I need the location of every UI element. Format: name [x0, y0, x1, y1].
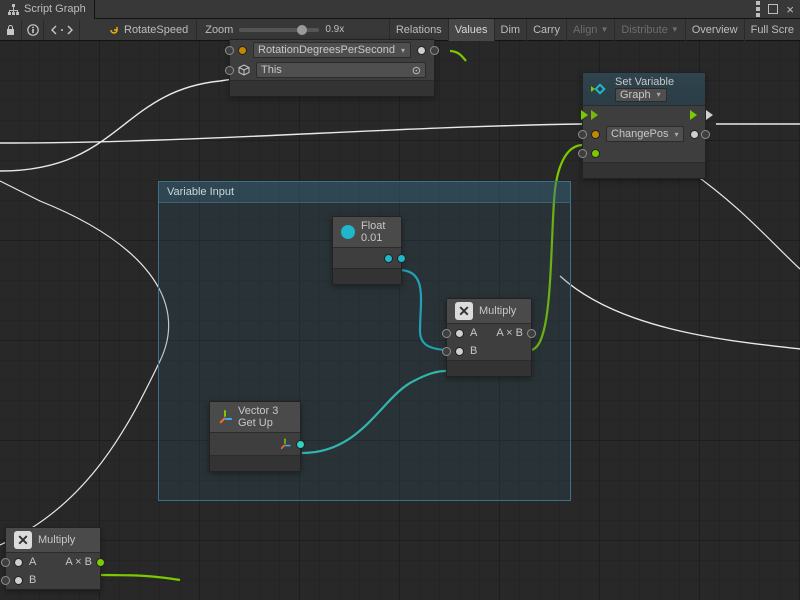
axis-mini-icon	[279, 438, 290, 449]
dot-green	[591, 149, 600, 158]
flow-out[interactable]	[706, 110, 713, 120]
node-top-fields[interactable]: RotationDegreesPerSecond▾ This⊙	[229, 39, 435, 97]
maximize-icon[interactable]	[768, 4, 778, 14]
variable-selector[interactable]: RotateSpeed	[100, 20, 197, 40]
toolbar: RotateSpeed Zoom 0.9x Relations Values D…	[0, 19, 800, 41]
menu-dim[interactable]: Dim	[494, 19, 527, 41]
multiply-icon: ✕	[455, 302, 473, 320]
menu-distribute[interactable]: Distribute▼	[614, 19, 684, 41]
expand-button[interactable]	[44, 20, 80, 40]
graph-tree-icon	[8, 4, 19, 15]
lock-button[interactable]	[0, 20, 22, 40]
label-out: A × B	[65, 556, 92, 568]
node-title: Set Variable	[615, 76, 674, 88]
multiply-icon: ✕	[14, 531, 32, 549]
info-icon	[27, 24, 39, 36]
menu-fullscreen[interactable]: Full Scre	[744, 19, 800, 41]
port-name-out[interactable]	[701, 130, 710, 139]
dot-orange	[591, 130, 600, 139]
node-set-variable[interactable]: Set Variable Graph▾ ChangePos▾	[582, 72, 706, 179]
close-icon[interactable]: ×	[784, 3, 796, 16]
window-controls: ×	[752, 0, 800, 19]
zoom-control: Zoom 0.9x	[197, 24, 352, 36]
node-vector3-getup[interactable]: Vector 3 Get Up	[209, 401, 301, 472]
info-button[interactable]	[22, 20, 44, 40]
float-type-icon	[341, 225, 355, 239]
variable-dropdown[interactable]: ChangePos▾	[606, 126, 684, 142]
expand-icon	[51, 24, 73, 36]
dot	[14, 558, 23, 567]
menu-relations[interactable]: Relations	[389, 19, 448, 41]
port-b-in[interactable]	[442, 347, 451, 356]
dot	[455, 347, 464, 356]
tab-label: Script Graph	[24, 3, 86, 15]
group-title: Variable Input	[167, 186, 234, 198]
dot	[455, 329, 464, 338]
scope-dropdown[interactable]: Graph▾	[615, 88, 667, 102]
port-out[interactable]	[96, 558, 105, 567]
label-a: A	[29, 556, 36, 568]
variable-name: RotateSpeed	[124, 24, 188, 36]
zoom-slider[interactable]	[239, 28, 319, 32]
rotate-var-icon	[108, 24, 120, 36]
dot	[14, 576, 23, 585]
float-value: 0.01	[361, 232, 385, 244]
toolbar-menu: Relations Values Dim Carry Align▼ Distri…	[389, 19, 800, 41]
port-out[interactable]	[527, 329, 536, 338]
port-right-dot[interactable]	[417, 46, 426, 55]
port-value-in[interactable]	[578, 149, 587, 158]
port-dot	[238, 46, 247, 55]
port-out[interactable]	[397, 254, 406, 263]
flow-in-vis	[591, 110, 598, 120]
flow-out-vis	[690, 110, 697, 120]
title-bar: Script Graph ×	[0, 0, 800, 19]
set-variable-icon	[591, 82, 609, 96]
lock-icon	[5, 24, 16, 36]
zoom-label: Zoom	[205, 24, 233, 36]
node-multiply-2[interactable]: ✕ Multiply A A × B B	[5, 527, 101, 590]
port-in-2[interactable]	[225, 66, 234, 75]
zoom-value: 0.9x	[325, 24, 344, 35]
node-line1: Vector 3	[238, 405, 278, 417]
menu-values[interactable]: Values	[448, 19, 494, 41]
port-in[interactable]	[225, 46, 234, 55]
label-a: A	[470, 327, 477, 339]
cube-icon	[238, 64, 250, 76]
port-out[interactable]	[296, 440, 305, 449]
zoom-knob[interactable]	[297, 25, 307, 35]
node-line2: Get Up	[238, 417, 278, 429]
tab-script-graph[interactable]: Script Graph	[0, 0, 95, 19]
graph-canvas[interactable]: RotationDegreesPerSecond▾ This⊙ Set Vari…	[0, 41, 800, 600]
node-title: Multiply	[38, 534, 75, 546]
port-dot	[384, 254, 393, 263]
node-title: Float	[361, 220, 385, 232]
label-out: A × B	[496, 327, 523, 339]
vector3-icon	[218, 410, 232, 424]
menu-carry[interactable]: Carry	[526, 19, 566, 41]
menu-align[interactable]: Align▼	[566, 19, 614, 41]
port-a-in[interactable]	[1, 558, 10, 567]
field-this[interactable]: This⊙	[256, 62, 426, 78]
label-b: B	[470, 345, 477, 357]
kebab-icon[interactable]	[756, 1, 760, 17]
menu-overview[interactable]: Overview	[685, 19, 744, 41]
node-title: Multiply	[479, 305, 516, 317]
node-multiply[interactable]: ✕ Multiply A A × B B	[446, 298, 532, 377]
port-b-in[interactable]	[1, 576, 10, 585]
port-name-in[interactable]	[578, 130, 587, 139]
port-right-dot	[690, 130, 699, 139]
label-b: B	[29, 574, 36, 586]
port-out[interactable]	[430, 46, 439, 55]
field-rotation-degrees[interactable]: RotationDegreesPerSecond▾	[253, 42, 411, 58]
port-a-in[interactable]	[442, 329, 451, 338]
flow-in[interactable]	[581, 110, 588, 120]
node-float[interactable]: Float 0.01	[332, 216, 402, 285]
